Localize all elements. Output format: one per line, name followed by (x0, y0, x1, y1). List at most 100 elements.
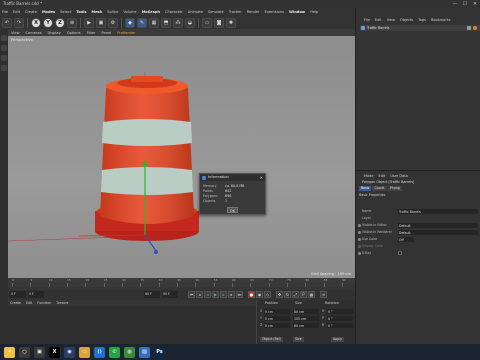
menu-render[interactable]: Render (247, 10, 260, 14)
z-axis-icon[interactable]: Z (55, 17, 65, 28)
whatsapp-icon[interactable]: ✆ (109, 346, 120, 358)
tab-phong[interactable]: Phong (387, 186, 402, 191)
prev-frame-icon[interactable]: ◃ (204, 291, 211, 298)
vp-menu-prorender[interactable]: ProRender (117, 31, 136, 35)
attr-menu-user-data[interactable]: User Data (390, 174, 407, 178)
menu-file[interactable]: File (2, 10, 8, 14)
vp-menu-view[interactable]: View (11, 31, 20, 35)
menu-mograph[interactable]: MoGraph (142, 10, 160, 14)
menu-spline[interactable]: Spline (107, 10, 118, 14)
menu-window[interactable]: Window (289, 10, 305, 14)
model-mode-icon[interactable] (1, 35, 7, 41)
mat-menu-function[interactable]: Function (37, 301, 51, 305)
om-menu-edit[interactable]: Edit (375, 18, 382, 22)
size-y-field[interactable]: 105 cm (293, 315, 319, 321)
polygons-mode-icon[interactable] (1, 65, 7, 71)
object-row[interactable]: Traffic Barrels (360, 25, 480, 31)
points-mode-icon[interactable] (1, 45, 7, 51)
om-menu-bookmarks[interactable]: Bookmarks (431, 18, 451, 22)
end-frame-field[interactable]: 90 F (144, 291, 160, 298)
mat-menu-create[interactable]: Create (10, 301, 21, 305)
menu-edit[interactable]: Edit (13, 10, 20, 14)
object-name[interactable]: Traffic Barrels (367, 26, 389, 30)
camera-icon[interactable]: ◙ (214, 17, 224, 28)
attr-menu-edit[interactable]: Edit (379, 174, 386, 178)
mat-menu-texture[interactable]: Texture (56, 301, 68, 305)
vp-menu-display[interactable]: Display (48, 31, 61, 35)
pen-icon[interactable]: ✎ (137, 17, 147, 28)
menu-character[interactable]: Character (165, 10, 183, 14)
scheme-icon[interactable]: ≡ (320, 291, 327, 298)
move-key-icon[interactable]: ✥ (276, 291, 283, 298)
param-key-icon[interactable]: P (300, 291, 307, 298)
timeline-ruler[interactable]: 0 5 10 15 20 25 30 35 40 45 50 55 60 65 70 75 80 85 90 (8, 278, 355, 287)
use-color-dropdown[interactable]: Off (398, 236, 414, 242)
ok-button[interactable]: OK (227, 207, 238, 213)
taskview-icon[interactable]: ▣ (34, 346, 45, 358)
material-tag-icon[interactable] (473, 26, 477, 30)
om-menu-file[interactable]: File (364, 18, 370, 22)
keyframe-dot-icon[interactable] (358, 237, 361, 241)
maximize-button[interactable]: ☐ (460, 0, 470, 8)
mat-menu-edit[interactable]: Edit (26, 301, 32, 305)
om-menu-view[interactable]: View (387, 18, 395, 22)
start-icon[interactable]: ✦ (4, 346, 15, 358)
vp-menu-panel[interactable]: Panel (102, 31, 112, 35)
photos-icon[interactable]: ▧ (139, 346, 150, 358)
y-axis-icon[interactable]: Y (43, 17, 53, 28)
cube-icon[interactable]: ◆ (125, 17, 135, 28)
visible-renderer-dropdown[interactable]: Default (398, 229, 478, 235)
next-frame-icon[interactable]: ▹ (220, 291, 227, 298)
menu-extensions[interactable]: Extensions (264, 10, 284, 14)
cloner-icon[interactable]: ⁂ (173, 17, 183, 28)
search-icon[interactable]: ○ (19, 346, 30, 358)
chrome-icon[interactable]: ◍ (124, 346, 135, 358)
next-key-icon[interactable]: ▸ (228, 291, 235, 298)
current-frame-field[interactable]: 0 F (28, 291, 44, 298)
position-x-field[interactable]: 0 cm (264, 308, 290, 314)
position-z-field[interactable]: 0 cm (264, 322, 290, 328)
preview-end-field[interactable]: 90 F (162, 291, 178, 298)
subdivision-icon[interactable]: ▦ (149, 17, 159, 28)
menu-animate[interactable]: Animate (188, 10, 203, 14)
coord-mode-dropdown[interactable]: Object (Rel) (260, 337, 283, 342)
render-picture-icon[interactable]: ▣ (96, 17, 106, 28)
deformer-icon[interactable]: ◒ (185, 17, 195, 28)
om-menu-tags[interactable]: Tags (418, 18, 426, 22)
visibility-dots-icon[interactable] (467, 26, 471, 30)
render-settings-icon[interactable]: ⚙ (108, 17, 118, 28)
close-button[interactable]: ✕ (470, 0, 480, 8)
vp-menu-filter[interactable]: Filter (87, 31, 96, 35)
vp-menu-cameras[interactable]: Cameras (26, 31, 42, 35)
menu-tracker[interactable]: Tracker (229, 10, 242, 14)
apply-button[interactable]: Apply (331, 337, 344, 342)
go-to-start-icon[interactable]: ⏮ (188, 291, 195, 298)
menu-modes[interactable]: Modes (42, 10, 55, 14)
coordinate-system-icon[interactable]: ⊕ (67, 17, 77, 28)
rotate-key-icon[interactable]: ↻ (284, 291, 291, 298)
file-explorer-icon[interactable]: ▭ (79, 346, 90, 358)
dialog-close-button[interactable]: ✕ (260, 174, 263, 181)
edges-mode-icon[interactable] (1, 55, 7, 61)
visible-editor-dropdown[interactable]: Default (398, 222, 478, 228)
record-icon[interactable]: ● (248, 291, 255, 298)
rotation-p-field[interactable]: 0 ° (327, 315, 353, 321)
menu-help[interactable]: Help (310, 10, 318, 14)
tab-coord[interactable]: Coord. (372, 186, 387, 191)
traffic-barrel-model[interactable] (95, 76, 199, 241)
autokey-icon[interactable]: ◉ (256, 291, 263, 298)
name-field[interactable]: Traffic Barrels (398, 208, 478, 214)
undo-icon[interactable]: ↶ (2, 17, 12, 28)
3d-viewport[interactable]: Perspective Grid Spacing: 100 cm (8, 36, 355, 278)
position-y-field[interactable]: 0 cm (264, 315, 290, 321)
minimize-button[interactable]: — (450, 0, 460, 8)
scale-key-icon[interactable]: ⤢ (292, 291, 299, 298)
keyframe-dot-icon[interactable] (358, 251, 361, 255)
xray-checkbox[interactable] (398, 251, 402, 255)
tab-basic[interactable]: Basic (359, 186, 372, 191)
keyframe-dot-icon[interactable] (358, 230, 361, 234)
menu-mesh[interactable]: Mesh (92, 10, 103, 14)
floor-icon[interactable]: ▭ (202, 17, 212, 28)
size-mode-dropdown[interactable]: Size (293, 337, 304, 342)
pla-key-icon[interactable]: ▦ (308, 291, 315, 298)
